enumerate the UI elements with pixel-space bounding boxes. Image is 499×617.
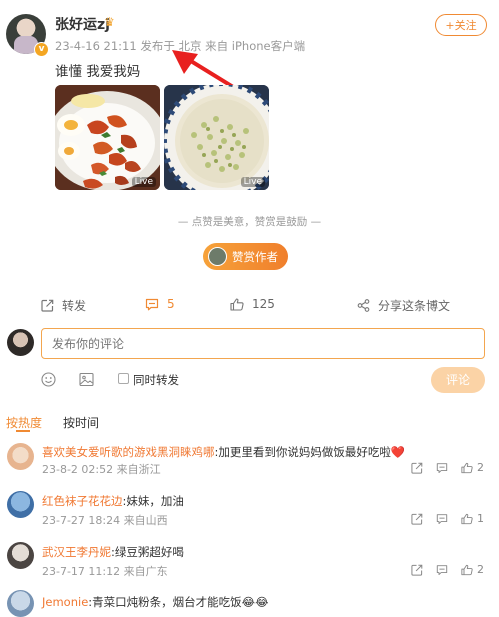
author-name[interactable]: 张好运zj (55, 14, 110, 34)
comment-like-count: 1 (477, 512, 484, 525)
thumbs-up-icon[interactable] (461, 513, 473, 525)
commenter-name[interactable]: Jemonie (42, 595, 88, 609)
comment-text: :加更里看到你说妈妈做饭最好吃啦❤️ (214, 445, 406, 459)
reply-icon[interactable] (436, 513, 448, 525)
like-count: 125 (252, 297, 275, 311)
reply-icon[interactable] (436, 462, 448, 474)
thumbs-up-icon[interactable] (461, 462, 473, 474)
repost-icon[interactable] (411, 513, 423, 525)
comment-meta: 23-7-17 11:12 来自广东 (42, 565, 168, 578)
post-photo-shrimp[interactable]: Live (55, 85, 160, 190)
thumbs-up-icon (230, 297, 244, 311)
comment-text: :绿豆粥超好喝 (111, 545, 184, 559)
comment-actions: 2 (411, 461, 484, 474)
comment-body: 武汉王李丹妮:绿豆粥超好喝 (42, 544, 184, 560)
reward-author-button[interactable]: 赞赏作者 (203, 243, 288, 270)
comment-text: :青菜口炖粉条，烟台才能吃饭😂😂 (88, 595, 269, 609)
tab-active-indicator (16, 430, 30, 432)
commenter-avatar[interactable] (7, 491, 34, 518)
comment-actions: 2 (411, 563, 484, 576)
comment-body: 红色袜子花花边:妹妹，加油 (42, 493, 184, 509)
commenter-avatar[interactable] (7, 542, 34, 569)
reply-icon[interactable] (436, 564, 448, 576)
comment-meta: 23-7-27 18:24 来自山西 (42, 514, 168, 527)
image-icon[interactable] (79, 372, 94, 387)
repost-icon[interactable] (411, 462, 423, 474)
live-photo-label: Live (131, 177, 156, 187)
thumbs-up-icon[interactable] (461, 564, 473, 576)
commenter-avatar[interactable] (7, 590, 34, 617)
post-text: 谁懂 我爱我妈 (55, 64, 141, 80)
tab-sort-hot[interactable]: 按热度 (6, 414, 42, 431)
author-mini-avatar (208, 247, 227, 266)
comment-input[interactable] (41, 328, 485, 359)
repost-checkbox-label[interactable]: 同时转发 (133, 372, 179, 388)
like-button[interactable]: 125 (230, 297, 275, 311)
live-photo-label: Live (240, 177, 265, 187)
repost-icon (41, 299, 54, 312)
comment-actions: 1 (411, 512, 484, 525)
comment-count: 5 (167, 297, 175, 311)
repost-icon[interactable] (411, 564, 423, 576)
repost-checkbox[interactable] (118, 373, 129, 384)
commenter-name[interactable]: 武汉王李丹妮 (42, 545, 111, 559)
tab-sort-time[interactable]: 按时间 (63, 414, 99, 431)
share-label: 分享这条博文 (378, 299, 451, 313)
commenter-name[interactable]: 红色袜子花花边 (42, 494, 123, 508)
comment-like-count: 2 (477, 461, 484, 474)
comment-count-button[interactable]: 5 (145, 297, 175, 311)
post-photo-porridge[interactable]: Live (164, 85, 269, 190)
commenter-avatar[interactable] (7, 443, 34, 470)
follow-button[interactable]: +关注 (435, 14, 487, 36)
share-icon (357, 299, 370, 312)
comment-meta: 23-8-2 02:52 来自浙江 (42, 463, 161, 476)
reward-button-label: 赞赏作者 (232, 249, 278, 264)
commenter-name[interactable]: 喜欢美女爱听歌的游戏黑洞睐鸡哪 (42, 445, 215, 459)
comment-like-count: 2 (477, 563, 484, 576)
repost-button[interactable]: 转发 (41, 297, 86, 314)
submit-comment-button[interactable]: 评论 (431, 367, 485, 393)
emoji-icon[interactable] (41, 372, 56, 387)
comment-body: 喜欢美女爱听歌的游戏黑洞睐鸡哪:加更里看到你说妈妈做饭最好吃啦❤️ (42, 444, 405, 460)
verified-badge-icon: v (34, 42, 49, 57)
reward-divider-text: — 点赞是美意，赞赏是鼓励 — (177, 216, 322, 228)
comment-text: :妹妹，加油 (122, 494, 184, 508)
share-button[interactable]: 分享这条博文 (357, 297, 450, 314)
comment-icon (145, 298, 159, 310)
repost-label: 转发 (62, 299, 87, 313)
crown-icon: ♛ (104, 15, 115, 29)
current-user-avatar (7, 329, 34, 356)
